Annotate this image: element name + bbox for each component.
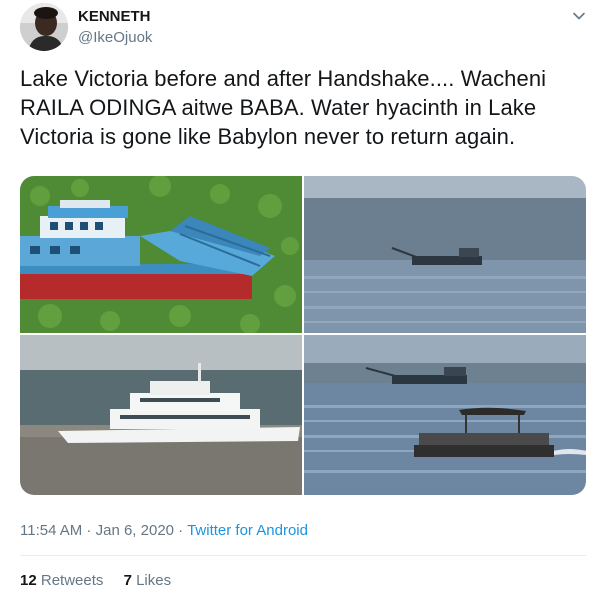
author-handle[interactable]: @IkeOjuok	[78, 29, 152, 46]
hyacinth-boat-photo[interactable]	[20, 176, 302, 333]
tweet-source-link[interactable]: Twitter for Android	[187, 522, 308, 539]
likes-label: Likes	[136, 572, 172, 589]
author-name[interactable]: KENNETH	[78, 8, 151, 25]
media-grid	[20, 176, 586, 495]
divider	[20, 555, 586, 556]
retweets-count: 12	[20, 572, 37, 589]
meta-separator: ·	[82, 522, 96, 539]
cargo-ship-distant-photo[interactable]	[304, 176, 586, 333]
retweets-label: Retweets	[40, 572, 104, 589]
chevron-down-icon[interactable]	[570, 7, 588, 25]
likes-stat[interactable]: 7 Likes	[124, 572, 172, 589]
likes-count: 7	[123, 572, 132, 589]
tweet-date[interactable]: Jan 6, 2020	[96, 522, 174, 539]
retweets-stat[interactable]: 12 Retweets	[20, 572, 103, 589]
tweet-text: Lake Victoria before and after Handshake…	[20, 66, 547, 149]
tweet-stats: 12 Retweets 7 Likes	[20, 572, 187, 589]
pontoon-boat-photo[interactable]	[304, 335, 586, 495]
tweet-card: KENNETH @IkeOjuok Lake Victoria before a…	[0, 0, 606, 600]
tweet-meta: 11:54 AM · Jan 6, 2020 · Twitter for And…	[20, 522, 308, 539]
avatar[interactable]	[20, 3, 68, 51]
white-ferry-photo[interactable]	[20, 335, 302, 495]
tweet-time[interactable]: 11:54 AM	[20, 522, 82, 539]
meta-separator: ·	[174, 522, 188, 539]
